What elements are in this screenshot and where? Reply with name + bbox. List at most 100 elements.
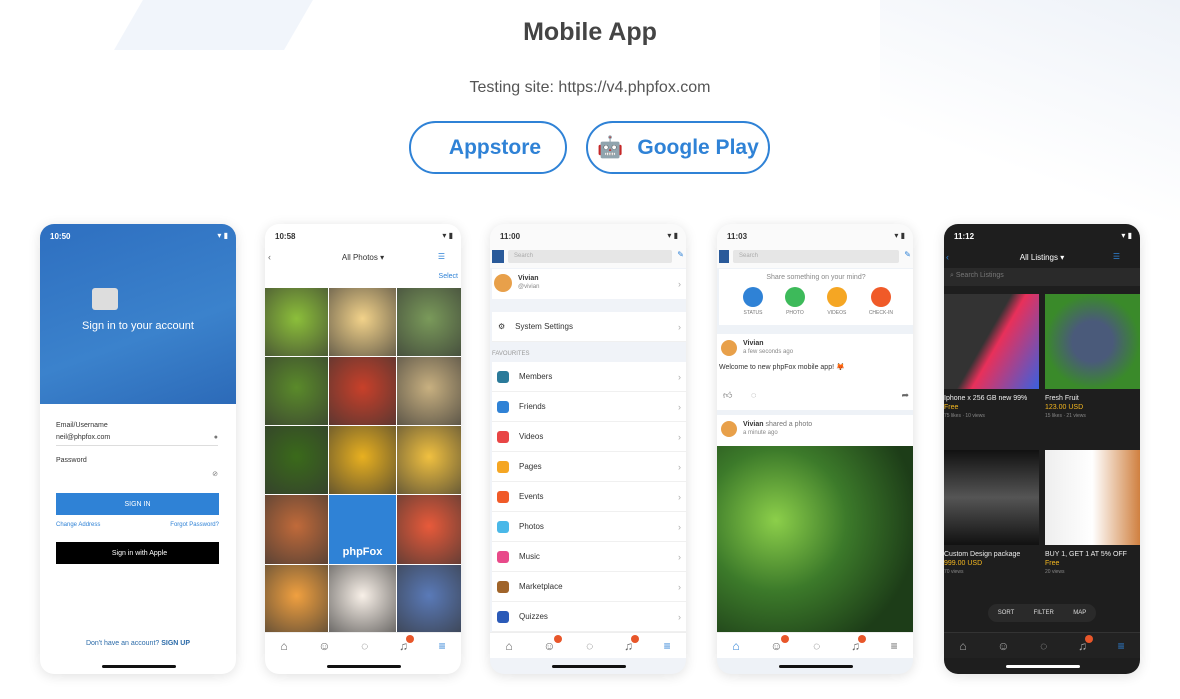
- share-photo-button[interactable]: PHOTO: [784, 287, 805, 316]
- sort-filter-bar: SORT FILTER MAP: [988, 604, 1096, 622]
- chat-tab-icon[interactable]: ◌: [586, 639, 593, 653]
- share-check-in-button[interactable]: CHECK-IN: [869, 287, 893, 316]
- chat-tab-icon[interactable]: ◌: [1040, 639, 1047, 653]
- photo-thumbnail[interactable]: [397, 357, 461, 425]
- home-tab-icon[interactable]: ⌂: [280, 639, 287, 653]
- listing-image: [1045, 450, 1140, 545]
- compose-icon[interactable]: ✎: [677, 250, 684, 259]
- appstore-button[interactable]: Appstore: [409, 121, 567, 174]
- eye-off-icon[interactable]: ⊘: [212, 470, 218, 478]
- listing-card[interactable]: BUY 1, GET 1 AT 5% OFF Free 20 views: [1045, 450, 1140, 600]
- photo-thumbnail[interactable]: [397, 495, 461, 564]
- comment-icon[interactable]: ◌: [751, 390, 756, 400]
- search-listings-input[interactable]: ⌕ Search Listings: [944, 268, 1140, 286]
- email-field[interactable]: neil@phpfox.com ●: [56, 434, 218, 446]
- search-input[interactable]: Search: [508, 250, 672, 263]
- listing-card[interactable]: Fresh Fruit 123.00 USD 15 likes · 21 views: [1045, 294, 1140, 444]
- avatar: [721, 421, 737, 437]
- menu-item-music[interactable]: Music ›: [492, 542, 686, 572]
- home-tab-icon[interactable]: ⌂: [505, 639, 512, 653]
- app-logo: [719, 250, 729, 263]
- menu-item-videos[interactable]: Videos ›: [492, 422, 686, 452]
- compose-icon[interactable]: ✎: [904, 250, 911, 259]
- music-icon: [497, 550, 509, 563]
- photo-thumbnail[interactable]: phpFox: [329, 495, 396, 564]
- notifications-tab-icon[interactable]: ♫: [851, 634, 866, 653]
- listing-image: [1045, 294, 1140, 389]
- menu-item-events[interactable]: Events ›: [492, 482, 686, 512]
- phone-login-screen: 10:50 ▾ ▮ Sign in to your account Email/…: [40, 224, 236, 674]
- sign-in-with-apple-button[interactable]: Sign in with Apple: [56, 542, 219, 564]
- like-icon[interactable]: 👍︎: [723, 390, 732, 401]
- photo-thumbnail[interactable]: [397, 288, 461, 356]
- photo-thumbnail[interactable]: [265, 288, 328, 356]
- plant-photo[interactable]: [717, 446, 913, 632]
- home-indicator: [779, 665, 853, 668]
- home-tab-icon[interactable]: ⌂: [732, 639, 739, 653]
- menu-item-friends[interactable]: Friends ›: [492, 392, 686, 422]
- share-videos-button[interactable]: VIDEOS: [826, 287, 847, 316]
- menu-tab-icon[interactable]: ≡: [664, 639, 671, 653]
- google-play-button[interactable]: 🤖 Google Play: [586, 121, 770, 174]
- email-label: Email/Username: [56, 422, 108, 429]
- notifications-tab-icon[interactable]: ♫: [1078, 634, 1093, 653]
- photo-thumbnail[interactable]: [397, 565, 461, 633]
- listing-card[interactable]: Iphone x 256 GB new 99% Free 75 likes · 10…: [944, 294, 1039, 444]
- menu-item-photos[interactable]: Photos ›: [492, 512, 686, 542]
- photo-thumbnail[interactable]: [265, 495, 328, 564]
- photo-thumbnail[interactable]: [265, 565, 328, 633]
- status-time: 10:50: [50, 232, 71, 241]
- sort-button[interactable]: SORT: [998, 610, 1015, 616]
- clear-icon[interactable]: ●: [214, 434, 218, 441]
- profile-row[interactable]: Vivian @vivian ›: [492, 269, 686, 299]
- listing-card[interactable]: Custom Design package 999.00 USD 70 views: [944, 450, 1039, 600]
- listing-meta: 75 likes · 10 views: [944, 413, 985, 419]
- menu-tab-icon[interactable]: ≡: [439, 639, 446, 653]
- search-input[interactable]: Search: [733, 250, 899, 263]
- menu-tab-icon[interactable]: ≡: [891, 639, 898, 653]
- select-button[interactable]: Select: [439, 273, 458, 280]
- sign-in-button[interactable]: SIGN IN: [56, 493, 219, 515]
- notifications-tab-icon[interactable]: ♫: [624, 634, 639, 653]
- photo-thumbnail[interactable]: [265, 426, 328, 494]
- menu-item-pages[interactable]: Pages ›: [492, 452, 686, 482]
- photo-thumbnail[interactable]: [329, 426, 396, 494]
- notifications-tab-icon[interactable]: ♫: [399, 634, 414, 653]
- photo-thumbnail[interactable]: [329, 565, 396, 633]
- photo-thumbnail[interactable]: [265, 357, 328, 425]
- list-view-icon[interactable]: ☰: [438, 252, 445, 261]
- friends-tab-icon[interactable]: ☺: [318, 639, 330, 653]
- photo-thumbnail[interactable]: [397, 426, 461, 494]
- password-field[interactable]: ⊘: [56, 470, 218, 482]
- videos-icon: [497, 430, 509, 443]
- menu-item-members[interactable]: Members ›: [492, 362, 686, 392]
- sign-up-link[interactable]: SIGN UP: [161, 640, 190, 647]
- friends-tab-icon[interactable]: ☺: [770, 634, 789, 653]
- listings-dropdown[interactable]: All Listings ▾: [944, 253, 1140, 262]
- listing-meta: 15 likes · 21 views: [1045, 413, 1086, 419]
- filter-button[interactable]: FILTER: [1034, 610, 1054, 616]
- change-address-link[interactable]: Change Address: [56, 522, 100, 528]
- menu-item-marketplace[interactable]: Marketplace ›: [492, 572, 686, 602]
- friends-tab-icon[interactable]: ☺: [997, 639, 1009, 653]
- share-icon[interactable]: ➦: [901, 390, 909, 401]
- listing-meta: 70 views: [944, 569, 964, 575]
- share-status-button[interactable]: STATUS: [743, 287, 763, 316]
- status-icons: ▾ ▮: [442, 231, 453, 240]
- photo-thumbnail[interactable]: [329, 357, 396, 425]
- menu-tab-icon[interactable]: ≡: [1118, 639, 1125, 653]
- system-settings-item[interactable]: ⚙ System Settings ›: [492, 312, 686, 342]
- forgot-password-link[interactable]: Forgot Password?: [170, 522, 219, 528]
- members-icon: [497, 370, 509, 383]
- list-view-icon[interactable]: ☰: [1113, 252, 1120, 261]
- testing-site: Testing site: https://v4.phpfox.com: [469, 79, 711, 96]
- menu-item-quizzes[interactable]: Quizzes ›: [492, 602, 686, 632]
- photos-icon: [497, 520, 509, 533]
- chat-tab-icon[interactable]: ◌: [813, 639, 820, 653]
- home-tab-icon[interactable]: ⌂: [959, 639, 966, 653]
- chat-tab-icon[interactable]: ◌: [361, 639, 368, 653]
- map-button[interactable]: MAP: [1073, 610, 1086, 616]
- photo-thumbnail[interactable]: [329, 288, 396, 356]
- friends-tab-icon[interactable]: ☺: [543, 634, 562, 653]
- album-dropdown[interactable]: All Photos ▾: [265, 253, 461, 262]
